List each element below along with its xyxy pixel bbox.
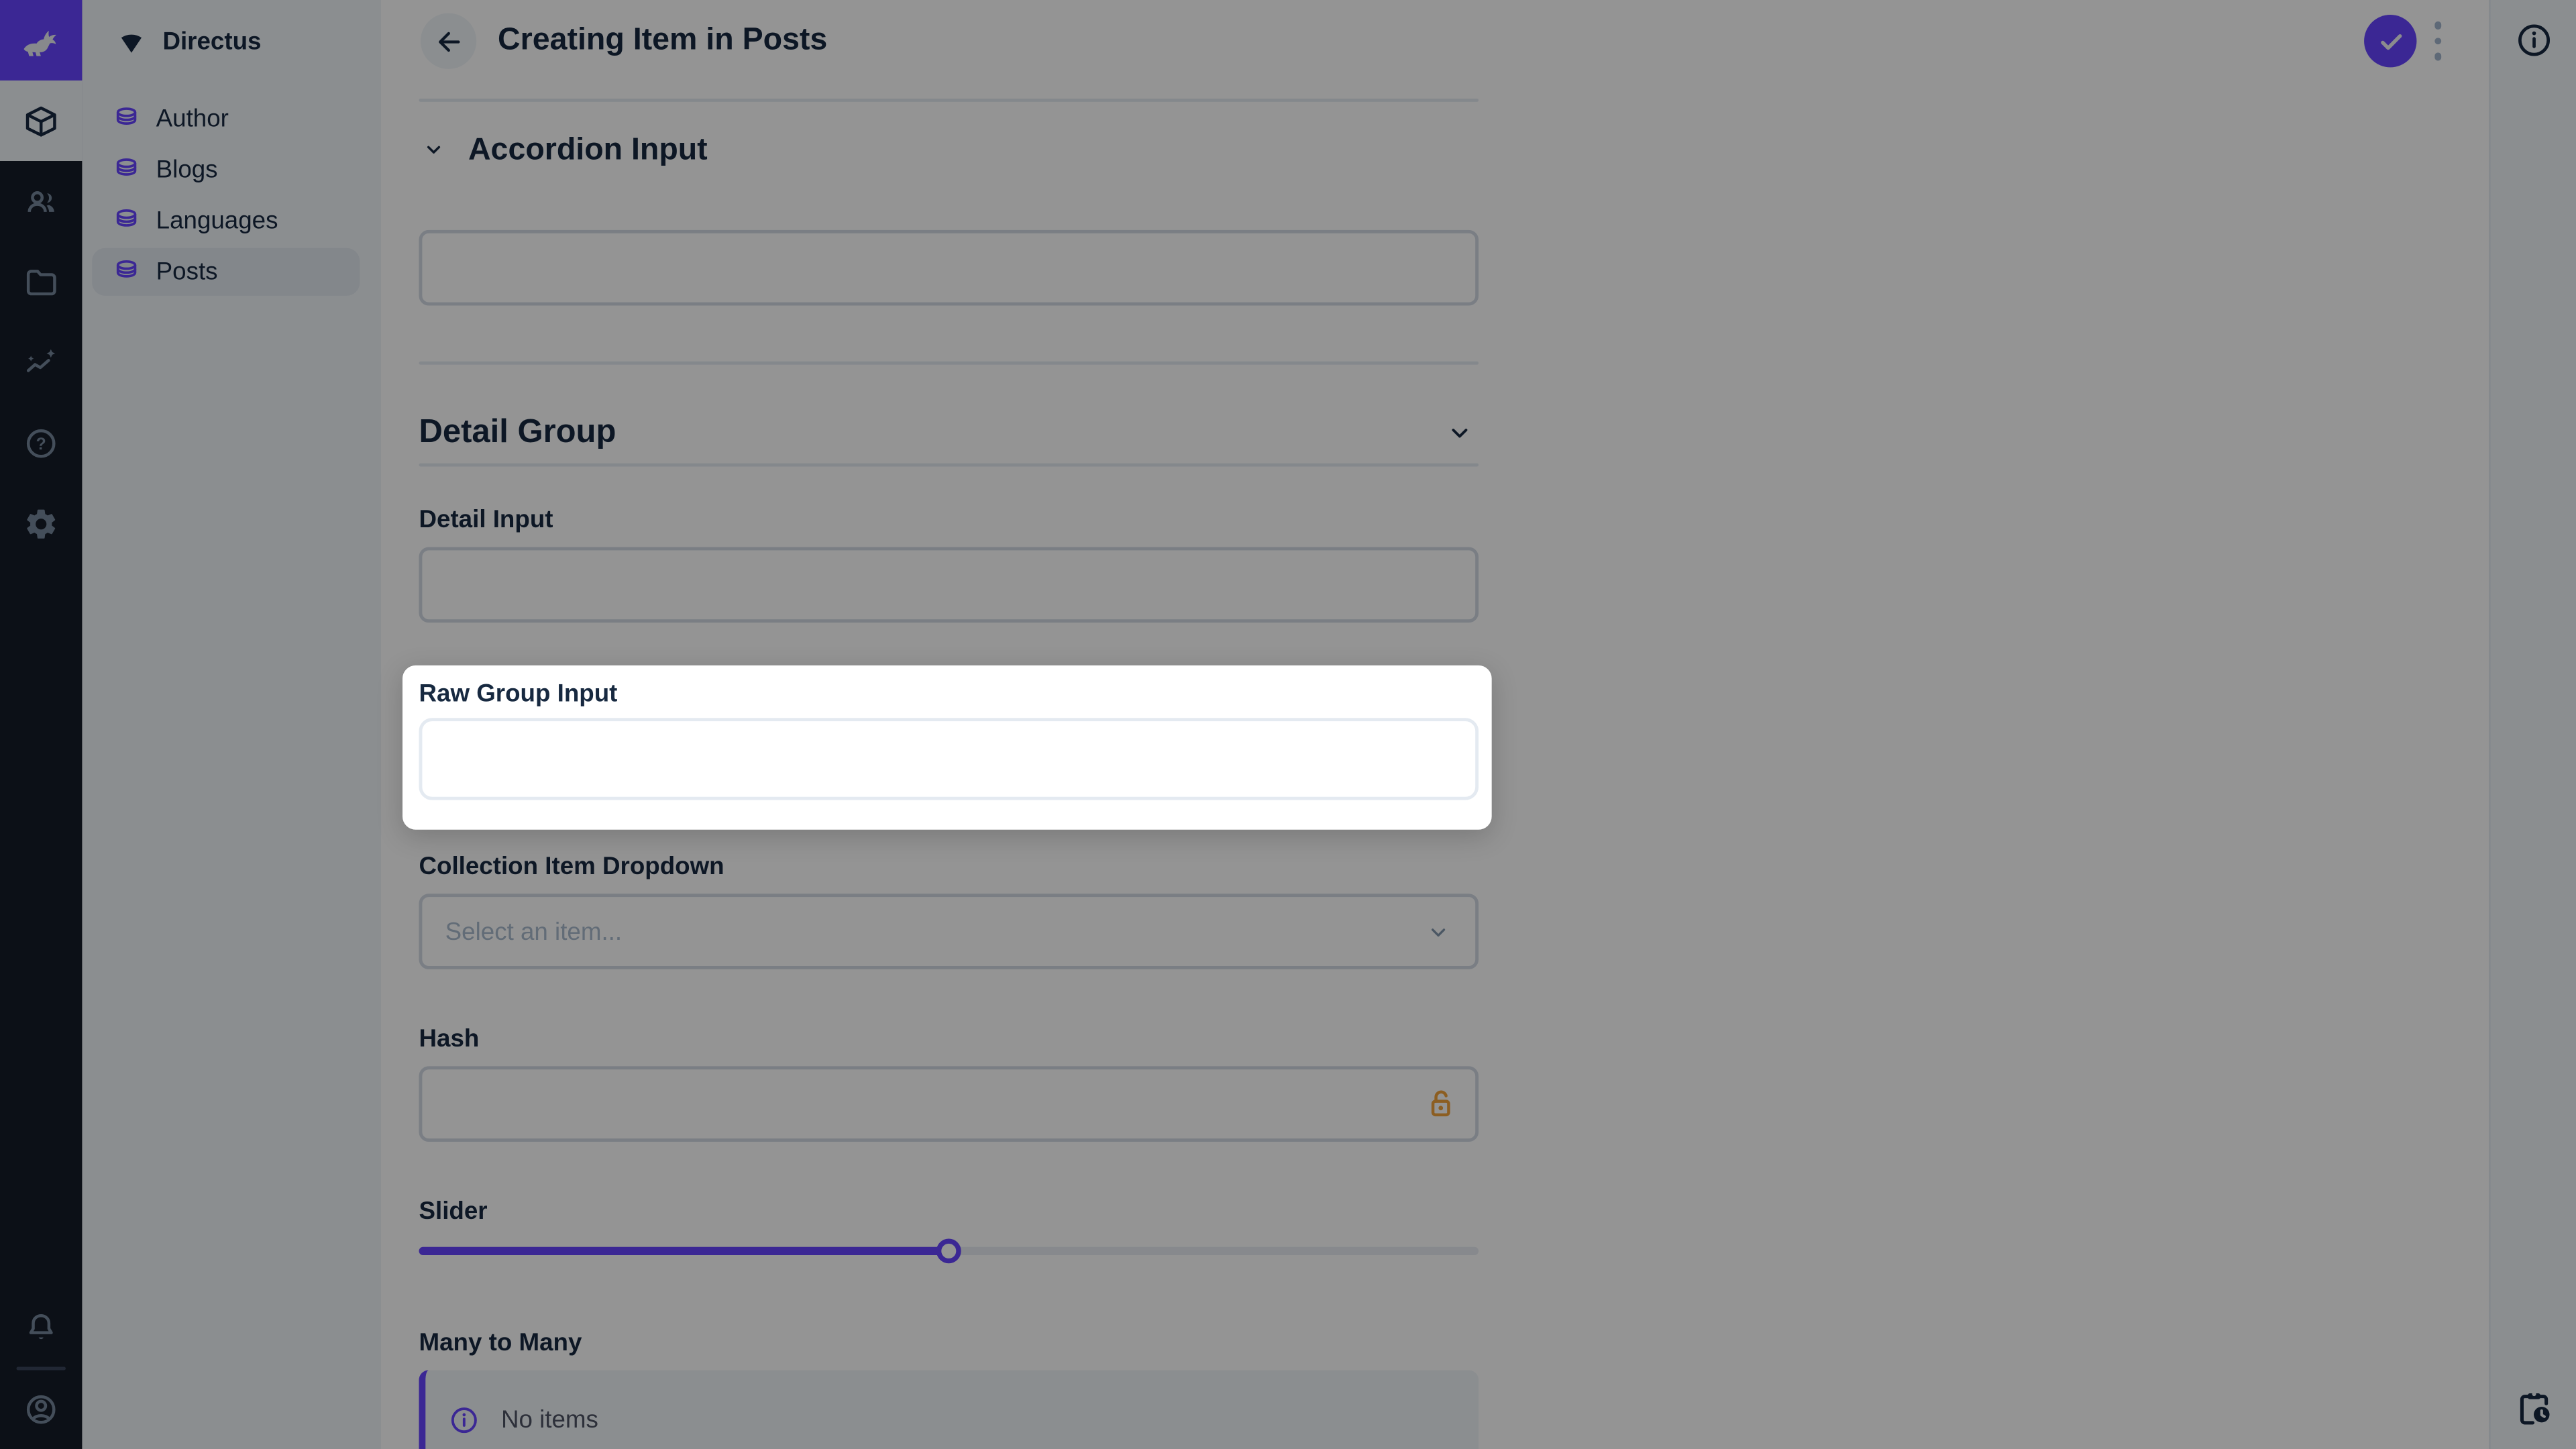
raw-group-input-label: Raw Group Input: [419, 680, 617, 708]
directus-app: ?: [0, 0, 2576, 1449]
spotlight-card: Raw Group Input: [402, 665, 1492, 830]
raw-group-input-field[interactable]: [419, 718, 1479, 800]
